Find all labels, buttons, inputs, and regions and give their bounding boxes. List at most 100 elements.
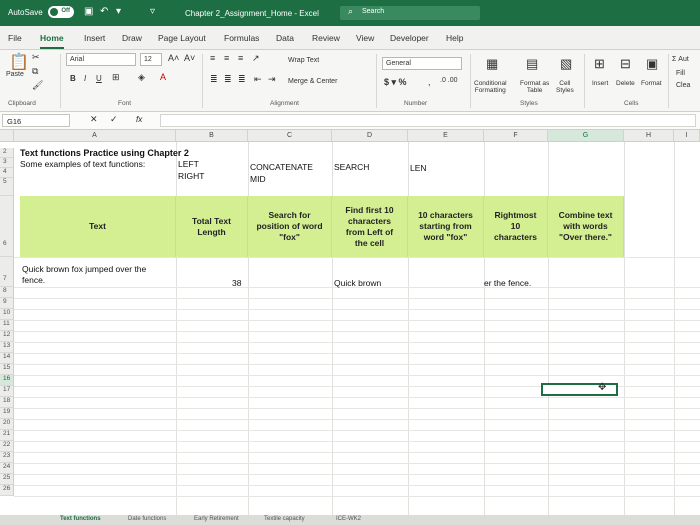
- column-header-i[interactable]: I: [674, 130, 700, 142]
- format-as-table-button[interactable]: Format as Table: [520, 80, 549, 94]
- row-header-2[interactable]: 2: [0, 148, 14, 158]
- select-all-corner[interactable]: [0, 130, 14, 142]
- column-header-c[interactable]: C: [248, 130, 332, 142]
- italic-button[interactable]: I: [84, 74, 86, 83]
- cell-a2[interactable]: Text functions Practice using Chapter 2: [20, 148, 189, 158]
- header-text[interactable]: Text: [20, 196, 176, 257]
- column-header-d[interactable]: D: [332, 130, 408, 142]
- fill-color-icon[interactable]: ◈: [138, 72, 145, 83]
- underline-button[interactable]: U: [96, 74, 102, 83]
- row-header-17[interactable]: 17: [0, 386, 14, 397]
- borders-icon[interactable]: ⊞: [112, 72, 120, 83]
- row-header-25[interactable]: 25: [0, 474, 14, 485]
- sheet-tab-early-retirement[interactable]: Early Retirement: [194, 516, 239, 522]
- increase-indent-icon[interactable]: ⇥: [268, 74, 276, 85]
- number-format-select[interactable]: General: [382, 57, 462, 70]
- comma-style-icon[interactable]: ,: [428, 77, 431, 87]
- merge-center-button[interactable]: Merge & Center: [288, 78, 337, 85]
- autosum-button[interactable]: Σ Aut: [672, 56, 689, 63]
- clear-button[interactable]: Clea: [676, 82, 690, 89]
- increase-font-icon[interactable]: A˄: [168, 53, 179, 63]
- paste-label[interactable]: Paste: [6, 71, 24, 78]
- name-box[interactable]: G16: [2, 114, 70, 127]
- tab-home[interactable]: Home: [40, 33, 64, 49]
- enter-icon[interactable]: ✓: [110, 114, 118, 125]
- decrease-indent-icon[interactable]: ⇤: [254, 74, 262, 85]
- cell-c4[interactable]: MID: [250, 174, 266, 184]
- tab-data[interactable]: Data: [276, 33, 294, 43]
- cell-a7-line2[interactable]: fence.: [22, 275, 45, 285]
- format-button[interactable]: Format: [641, 80, 662, 87]
- row-header-10[interactable]: 10: [0, 309, 14, 320]
- fill-button[interactable]: Fill: [676, 70, 685, 77]
- column-header-a[interactable]: A: [14, 130, 176, 142]
- row-header-5[interactable]: 5: [0, 178, 14, 196]
- font-size-select[interactable]: 12: [140, 53, 162, 66]
- row-header-23[interactable]: 23: [0, 452, 14, 463]
- row-header-11[interactable]: 11: [0, 320, 14, 331]
- delete-button[interactable]: Delete: [616, 80, 635, 87]
- header-first-10-left[interactable]: Find first 10 characters from Left of th…: [332, 196, 408, 257]
- tab-help[interactable]: Help: [446, 33, 463, 43]
- delete-cells-icon[interactable]: ⊟: [620, 56, 631, 72]
- cell-b4[interactable]: RIGHT: [178, 171, 204, 181]
- cell-b3[interactable]: LEFT: [178, 159, 199, 169]
- column-header-f[interactable]: F: [484, 130, 548, 142]
- header-rightmost-10[interactable]: Rightmost 10 characters: [484, 196, 548, 257]
- row-header-26[interactable]: 26: [0, 485, 14, 496]
- conditional-formatting-button[interactable]: Conditional Formatting: [474, 80, 507, 94]
- align-top-icon[interactable]: ≡: [210, 53, 215, 63]
- customize-toolbar-icon[interactable]: ▿: [150, 6, 155, 17]
- row-header-21[interactable]: 21: [0, 430, 14, 441]
- sheet-tab-textile-capacity[interactable]: Textile capacity: [264, 516, 305, 522]
- tab-file[interactable]: File: [8, 33, 22, 43]
- tab-insert[interactable]: Insert: [84, 33, 105, 43]
- row-header-15[interactable]: 15: [0, 364, 14, 375]
- row-header-13[interactable]: 13: [0, 342, 14, 353]
- header-10-from-fox[interactable]: 10 characters starting from word "fox": [408, 196, 484, 257]
- cell-d7[interactable]: Quick brown: [334, 278, 381, 288]
- align-right-icon[interactable]: ≣: [238, 74, 246, 85]
- undo-icon[interactable]: ↶: [100, 6, 108, 17]
- tab-page-layout[interactable]: Page Layout: [158, 33, 206, 43]
- insert-button[interactable]: Insert: [592, 80, 608, 87]
- wrap-text-button[interactable]: Wrap Text: [288, 57, 319, 64]
- column-header-h[interactable]: H: [624, 130, 674, 142]
- tab-review[interactable]: Review: [312, 33, 340, 43]
- header-total-text-length[interactable]: Total Text Length: [176, 196, 248, 257]
- insert-function-button[interactable]: fx: [136, 115, 142, 124]
- align-center-icon[interactable]: ≣: [224, 74, 232, 85]
- row-header-9[interactable]: 9: [0, 298, 14, 309]
- tab-view[interactable]: View: [356, 33, 374, 43]
- copy-icon[interactable]: ⧉: [32, 66, 38, 77]
- align-middle-icon[interactable]: ≡: [224, 53, 229, 63]
- cell-a3[interactable]: Some examples of text functions:: [20, 159, 145, 169]
- cell-d3[interactable]: SEARCH: [334, 162, 369, 172]
- currency-icon[interactable]: $ ▾ %: [384, 77, 407, 88]
- sheet-tab-ice-wk2[interactable]: ICE-WK2: [336, 516, 361, 522]
- tab-formulas[interactable]: Formulas: [224, 33, 259, 43]
- column-header-b[interactable]: B: [176, 130, 248, 142]
- orientation-icon[interactable]: ↗: [252, 53, 260, 64]
- increase-decimal-icon[interactable]: .0 .00: [440, 77, 458, 84]
- decrease-font-icon[interactable]: A˅: [184, 53, 195, 63]
- header-search-fox[interactable]: Search for position of word "fox": [248, 196, 332, 257]
- cell-f7[interactable]: er the fence.: [484, 278, 531, 288]
- row-header-18[interactable]: 18: [0, 397, 14, 408]
- format-cells-icon[interactable]: ▣: [646, 56, 658, 72]
- cancel-icon[interactable]: ✕: [90, 114, 98, 125]
- format-painter-icon[interactable]: 🖌: [32, 80, 43, 91]
- row-header-16[interactable]: 16: [0, 375, 14, 386]
- row-header-6[interactable]: 6: [0, 196, 14, 257]
- row-header-4[interactable]: 4: [0, 168, 14, 178]
- cell-c3[interactable]: CONCATENATE: [250, 162, 313, 172]
- redo-icon[interactable]: ▾: [116, 6, 121, 17]
- font-name-select[interactable]: Arial: [66, 53, 136, 66]
- autosave-toggle[interactable]: Off: [48, 6, 74, 18]
- cell-b7[interactable]: 38: [232, 278, 241, 288]
- sheet-tab-date-functions[interactable]: Date functions: [128, 516, 166, 522]
- tab-developer[interactable]: Developer: [390, 33, 429, 43]
- align-bottom-icon[interactable]: ≡: [238, 53, 243, 63]
- sheet-tab-text-functions[interactable]: Text functions: [60, 516, 101, 522]
- cell-styles-button[interactable]: Cell Styles: [556, 80, 574, 94]
